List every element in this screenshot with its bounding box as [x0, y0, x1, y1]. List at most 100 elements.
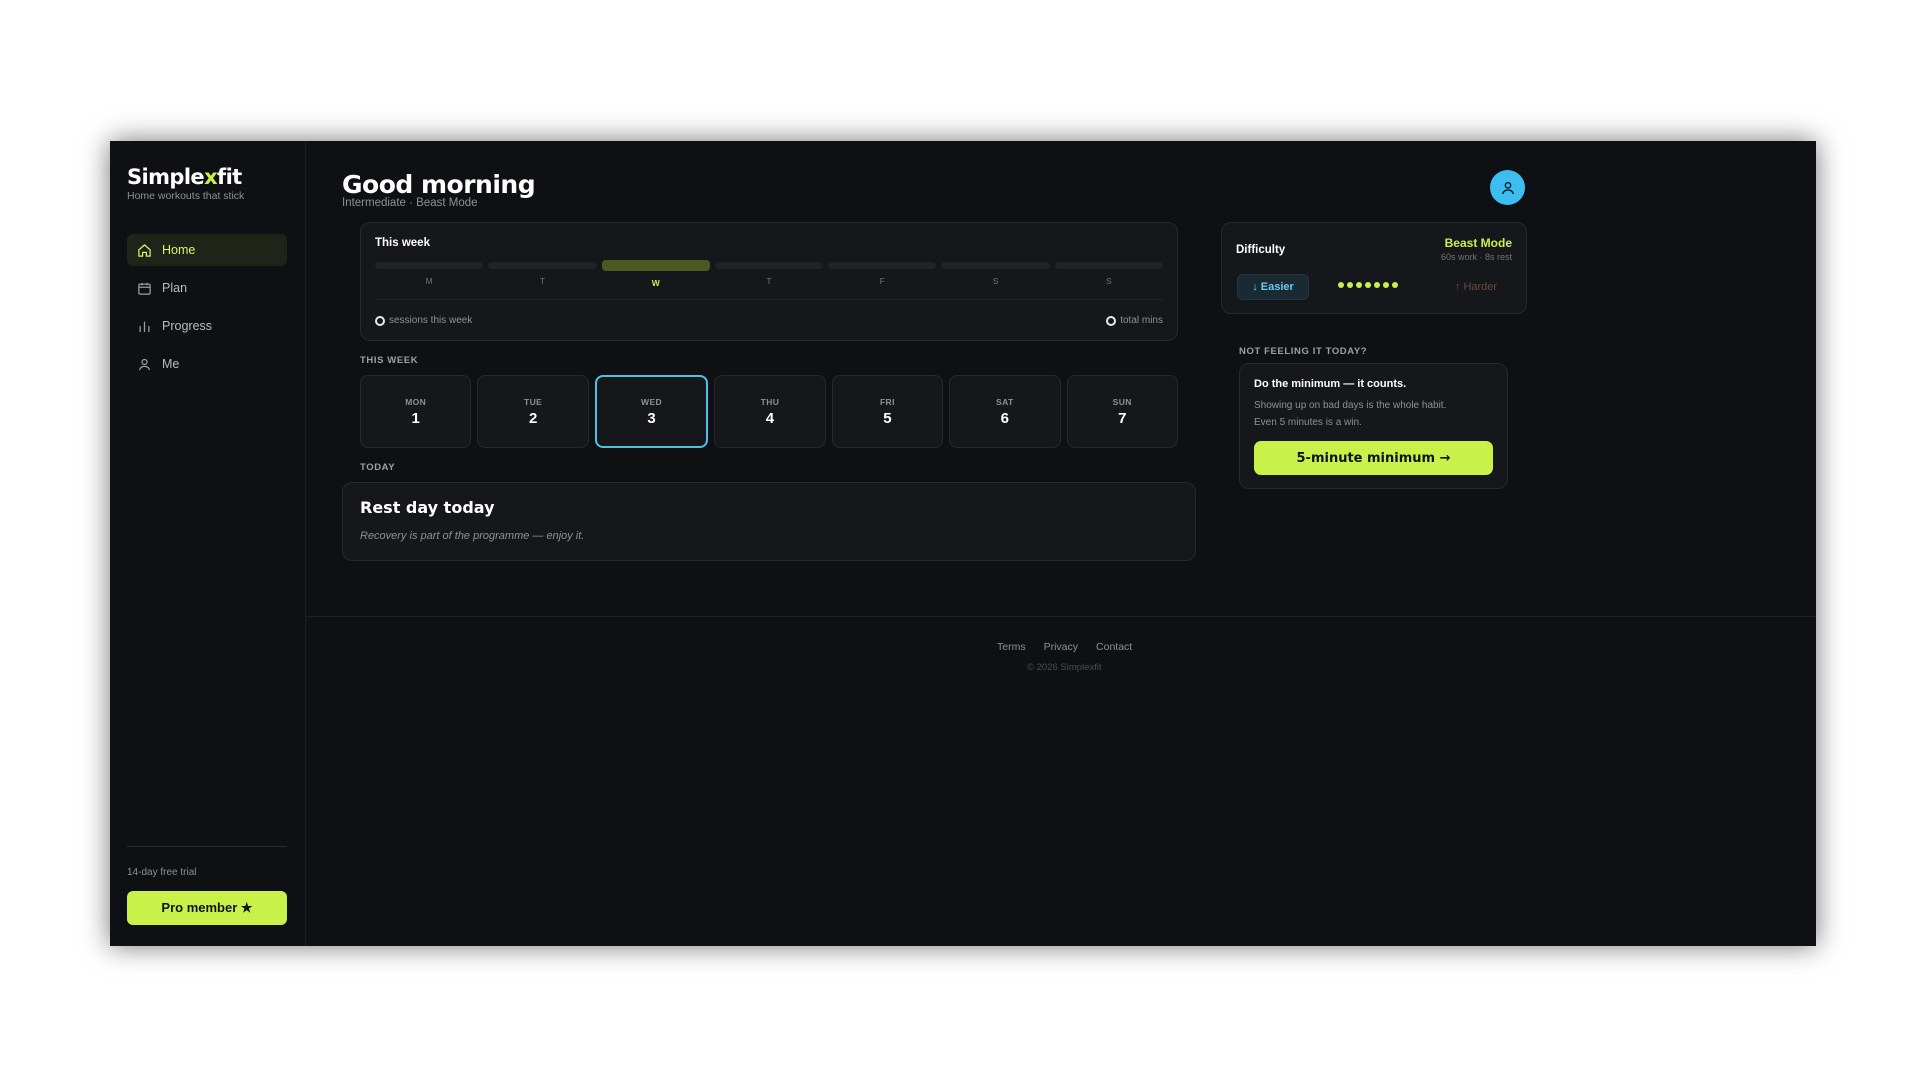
week-bar-label: T: [766, 276, 772, 286]
week-summary-panel: This week M T W T F S S 0 sessions this …: [360, 222, 1178, 341]
minimum-body-line: Showing up on bad days is the whole habi…: [1254, 400, 1447, 411]
week-bar: [1054, 262, 1163, 269]
difficulty-dot: [1392, 282, 1398, 288]
week-bar-col: S: [941, 262, 1050, 288]
sidebar-item-label: Me: [162, 357, 180, 371]
minutes-count: 0: [1106, 315, 1117, 326]
today-label: TODAY: [360, 462, 396, 473]
difficulty-dot: [1374, 282, 1380, 288]
day-name: SAT: [996, 396, 1014, 407]
difficulty-detail: 60s work · 8s rest: [1440, 252, 1512, 262]
day-number: 2: [528, 409, 538, 427]
day-number: 6: [1000, 409, 1009, 427]
page-title: Good morning: [342, 170, 536, 199]
today-card: Rest day today Recovery is part of the p…: [342, 482, 1196, 561]
five-minute-button[interactable]: 5-minute minimum →: [1254, 441, 1493, 475]
minimum-title: Do the minimum — it counts.: [1254, 378, 1407, 390]
brand-logo[interactable]: Simplexfit: [127, 165, 242, 189]
difficulty-dot: [1347, 282, 1353, 288]
avatar[interactable]: [1490, 170, 1525, 205]
day-card-mon[interactable]: MON 1: [360, 375, 472, 448]
day-card-sun[interactable]: SUN 7: [1066, 375, 1178, 448]
day-card-wed[interactable]: WED 3: [594, 375, 709, 448]
harder-button[interactable]: ↑ Harder: [1440, 274, 1512, 300]
minutes-label: total mins: [1120, 315, 1163, 326]
difficulty-title: Difficulty: [1236, 244, 1286, 256]
not-feeling-it-label: NOT FEELING IT TODAY?: [1239, 346, 1368, 357]
week-bar-label: W: [651, 278, 660, 288]
week-bar-label: T: [539, 276, 546, 286]
day-name: MON: [405, 396, 427, 407]
brand-name-end: fit: [217, 165, 242, 189]
minutes-stat: 0 total mins: [1106, 315, 1163, 326]
sidebar-item-progress[interactable]: Progress: [127, 310, 287, 342]
pro-member-button[interactable]: Pro member ★: [127, 891, 287, 925]
user-icon: [1501, 181, 1514, 194]
sessions-label: sessions this week: [389, 315, 473, 326]
page-subtitle: Intermediate · Beast Mode: [342, 197, 478, 209]
sidebar-item-plan[interactable]: Plan: [127, 272, 287, 304]
day-number: 7: [1118, 409, 1127, 427]
week-bar: [941, 262, 1050, 269]
this-week-label: THIS WEEK: [360, 355, 419, 366]
minimum-body-line: Even 5 minutes is a win.: [1254, 417, 1362, 428]
minimum-body: Showing up on bad days is the whole habi…: [1254, 397, 1494, 431]
footer-link-privacy[interactable]: Privacy: [1044, 641, 1078, 653]
day-number: 1: [411, 409, 420, 427]
footer-divider: [306, 616, 1816, 617]
home-icon: [138, 243, 151, 257]
week-bar-col: W: [601, 260, 710, 288]
calendar-icon: [138, 282, 151, 295]
day-number: 3: [647, 409, 656, 427]
week-bar: [375, 262, 484, 269]
difficulty-panel: Difficulty Beast Mode 60s work · 8s rest…: [1221, 222, 1527, 314]
sidebar-item-label: Plan: [162, 281, 188, 295]
day-card-thu[interactable]: THU 4: [714, 375, 826, 448]
day-card-sat[interactable]: SAT 6: [949, 375, 1061, 448]
week-bar: [828, 262, 937, 269]
day-name: WED: [641, 396, 663, 407]
difficulty-level-dots: [1338, 282, 1398, 288]
day-name: THU: [760, 396, 780, 407]
copyright: © 2026 Simplexfit: [1027, 662, 1102, 673]
week-bar-col: M: [375, 262, 484, 288]
week-bar-label: M: [425, 276, 433, 286]
user-icon: [138, 358, 151, 370]
sidebar-item-home[interactable]: Home: [127, 234, 287, 266]
minimum-card: Do the minimum — it counts. Showing up o…: [1239, 363, 1508, 489]
week-bar-current: [601, 260, 710, 271]
day-number: 5: [883, 409, 892, 427]
week-bar-col: S: [1054, 262, 1163, 288]
today-title: Rest day today: [360, 498, 495, 517]
sidebar-divider: [127, 846, 287, 847]
bar-chart-icon: [139, 321, 150, 332]
brand-name-accent: x: [204, 165, 218, 189]
day-name: FRI: [879, 396, 895, 407]
week-bar-col: T: [714, 262, 824, 288]
day-name: TUE: [524, 396, 543, 407]
week-bar-col: F: [828, 262, 937, 288]
sessions-count: 0: [375, 315, 385, 326]
difficulty-dot: [1365, 282, 1371, 288]
day-name: SUN: [1112, 396, 1132, 407]
sidebar-item-label: Progress: [162, 319, 213, 333]
sessions-stat: 0 sessions this week: [375, 315, 472, 326]
footer-link-contact[interactable]: Contact: [1096, 641, 1132, 653]
sidebar: Simplexfit Home workouts that stick Home…: [110, 141, 306, 946]
day-card-tue[interactable]: TUE 2: [477, 375, 589, 448]
app-window: Simplexfit Home workouts that stick Home…: [110, 141, 1816, 946]
day-card-fri[interactable]: FRI 5: [831, 375, 944, 448]
week-bars: M T W T F S S: [375, 260, 1163, 288]
today-subtitle: Recovery is part of the programme — enjo…: [360, 530, 585, 542]
footer-links: Terms Privacy Contact: [997, 641, 1132, 653]
week-summary-title: This week: [375, 237, 430, 249]
sidebar-item-me[interactable]: Me: [127, 348, 287, 380]
week-bar-col: T: [488, 262, 597, 288]
week-divider: [375, 299, 1163, 300]
easier-button[interactable]: ↓ Easier: [1237, 274, 1309, 300]
brand-tagline: Home workouts that stick: [127, 190, 245, 202]
footer-link-terms[interactable]: Terms: [997, 641, 1026, 653]
sidebar-nav: Home Plan Progress Me: [127, 234, 287, 386]
difficulty-dot: [1383, 282, 1389, 288]
week-bar-label: F: [879, 276, 885, 286]
